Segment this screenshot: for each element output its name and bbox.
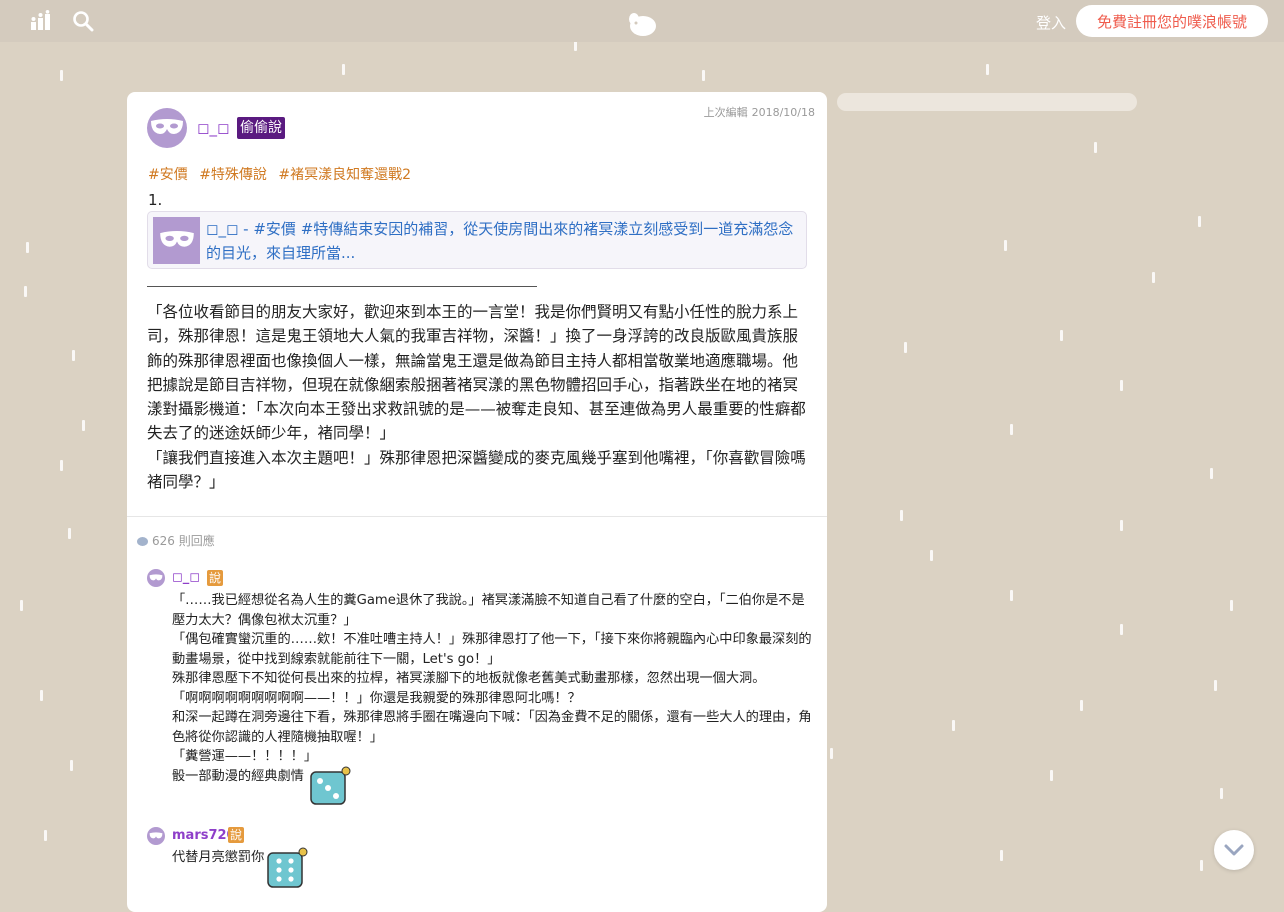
- raindrop-decoration: [1210, 468, 1213, 479]
- raindrop-decoration: [60, 460, 63, 471]
- linked-plurk-card[interactable]: ◻_◻ - #安價 #特傳結束安因的補習，從天使房間出來的褚冥漾立刻感受到一道充…: [147, 211, 807, 269]
- response-line: 「偶包確實蠻沉重的……欸！不准吐嘈主持人！」殊那律恩打了他一下，「接下來你將親臨…: [172, 632, 812, 667]
- author-avatar[interactable]: [147, 108, 187, 148]
- login-link[interactable]: 登入: [1036, 12, 1066, 33]
- mask-icon: [159, 231, 194, 247]
- top-navigation-bar: 登入 免費註冊您的噗浪帳號: [0, 0, 1284, 42]
- raindrop-decoration: [72, 350, 75, 361]
- raindrop-decoration: [44, 830, 47, 841]
- raindrop-decoration: [1050, 770, 1053, 781]
- raindrop-decoration: [82, 420, 85, 431]
- comment-bubble-icon: [137, 537, 148, 546]
- response-avatar[interactable]: [147, 569, 165, 587]
- tag-link[interactable]: #褚冥漾良知奪還戰2: [278, 167, 411, 183]
- edited-date: 2018/10/18: [751, 106, 815, 119]
- response-line: 骰一部動漫的經典劇情: [172, 768, 304, 784]
- response-text: 「……我已經想從名為人生的糞Game退休了我說。」褚冥漾滿臉不知道自己看了什麼的…: [172, 591, 812, 786]
- raindrop-decoration: [930, 550, 933, 561]
- raindrop-decoration: [1000, 850, 1003, 861]
- chevron-down-icon: [1224, 844, 1244, 856]
- tag-link[interactable]: #特殊傳說: [199, 167, 267, 183]
- plurk-card: ◻_◻ 偷偷說 上次編輯 2018/10/18 #安價 #特殊傳說 #褚冥漾良知奪…: [127, 92, 827, 912]
- tag-list: #安價 #特殊傳說 #褚冥漾良知奪還戰2: [148, 164, 418, 184]
- separator-line: [147, 286, 537, 287]
- story-paragraph: 「各位收看節目的朋友大家好，歡迎來到本王的一言堂！我是你們賢明又有點小任性的脫力…: [147, 303, 806, 443]
- mask-icon: [149, 832, 163, 839]
- linked-plurk-text: ◻_◻ - #安價 #特傳結束安因的補習，從天使房間出來的褚冥漾立刻感受到一道充…: [206, 220, 794, 262]
- response-divider: [127, 516, 827, 517]
- raindrop-decoration: [1214, 680, 1217, 691]
- raindrop-decoration: [900, 510, 903, 521]
- edited-label: 上次編輯: [703, 106, 748, 119]
- response-author-name[interactable]: mars720: [172, 828, 236, 843]
- author-name[interactable]: ◻_◻: [197, 119, 229, 137]
- response-count: 626 則回應: [137, 532, 215, 549]
- response-author-name[interactable]: ◻_◻: [172, 570, 200, 585]
- response-avatar[interactable]: [147, 827, 165, 845]
- response-qualifier-badge: 說: [207, 570, 223, 586]
- qualifier-badge: 偷偷說: [237, 117, 285, 139]
- raindrop-decoration: [60, 70, 63, 81]
- number-line: 1.: [148, 191, 163, 209]
- response-count-label: 626 則回應: [152, 534, 215, 548]
- raindrop-decoration: [1120, 624, 1123, 635]
- raindrop-decoration: [68, 528, 71, 539]
- raindrop-decoration: [1010, 590, 1013, 601]
- plurk-logo[interactable]: [626, 11, 658, 37]
- response-line: 「啊啊啊啊啊啊啊啊啊——！！」你還是我親愛的殊那律恩阿北嗎！？: [172, 690, 581, 706]
- raindrop-decoration: [1200, 860, 1203, 871]
- raindrop-decoration: [904, 342, 907, 353]
- scroll-down-button[interactable]: [1214, 830, 1254, 870]
- raindrop-decoration: [952, 720, 955, 731]
- response-line: 殊那律恩壓下不知從何長出來的拉桿，褚冥漾腳下的地板就像老舊美式動畫那樣，忽然出現…: [172, 671, 766, 686]
- linked-plurk-thumbnail: [153, 217, 200, 264]
- raindrop-decoration: [1120, 520, 1123, 531]
- stats-icon[interactable]: [30, 10, 52, 32]
- tag-link[interactable]: #安價: [148, 167, 188, 183]
- raindrop-decoration: [702, 70, 705, 81]
- raindrop-decoration: [20, 600, 23, 611]
- mask-icon: [151, 119, 183, 134]
- register-button[interactable]: 免費註冊您的噗浪帳號: [1076, 5, 1268, 37]
- response-line: 「糞營運——！！！！」: [172, 749, 318, 764]
- raindrop-decoration: [1004, 240, 1007, 251]
- story-paragraph: 「讓我們直接進入本次主題吧！」殊那律恩把深醬變成的麥克風幾乎塞到他嘴裡，「你喜歡…: [147, 448, 806, 492]
- raindrop-decoration: [70, 760, 73, 771]
- raindrop-decoration: [1080, 700, 1083, 711]
- plurk-body: 1.: [148, 188, 808, 212]
- raindrop-decoration: [26, 242, 29, 253]
- raindrop-decoration: [342, 64, 345, 75]
- mask-icon: [149, 574, 163, 581]
- story-text: 「各位收看節目的朋友大家好，歡迎來到本王的一言堂！我是你們賢明又有點小任性的脫力…: [147, 300, 807, 494]
- raindrop-decoration: [1094, 142, 1097, 153]
- sidebar-placeholder-bar: [837, 93, 1137, 111]
- dice-six-icon: [267, 847, 308, 888]
- raindrop-decoration: [1060, 330, 1063, 341]
- response-qualifier-badge: 說: [228, 827, 244, 843]
- raindrop-decoration: [1230, 600, 1233, 611]
- raindrop-decoration: [24, 286, 27, 297]
- raindrop-decoration: [1120, 380, 1123, 391]
- edited-timestamp: 上次編輯 2018/10/18: [704, 104, 815, 120]
- raindrop-decoration: [1010, 424, 1013, 435]
- raindrop-decoration: [1220, 788, 1223, 799]
- raindrop-decoration: [40, 690, 43, 701]
- raindrop-decoration: [830, 748, 833, 759]
- search-icon[interactable]: [72, 10, 94, 32]
- raindrop-decoration: [986, 64, 989, 75]
- dice-three-icon: [310, 766, 351, 805]
- response-line: 和深一起蹲在洞旁邊往下看，殊那律恩將手圈在嘴邊向下喊：「因為金費不足的關係，還有…: [172, 710, 812, 745]
- response-line: 「……我已經想從名為人生的糞Game退休了我說。」褚冥漾滿臉不知道自己看了什麼的…: [172, 593, 805, 628]
- raindrop-decoration: [1198, 216, 1201, 227]
- raindrop-decoration: [1152, 272, 1155, 283]
